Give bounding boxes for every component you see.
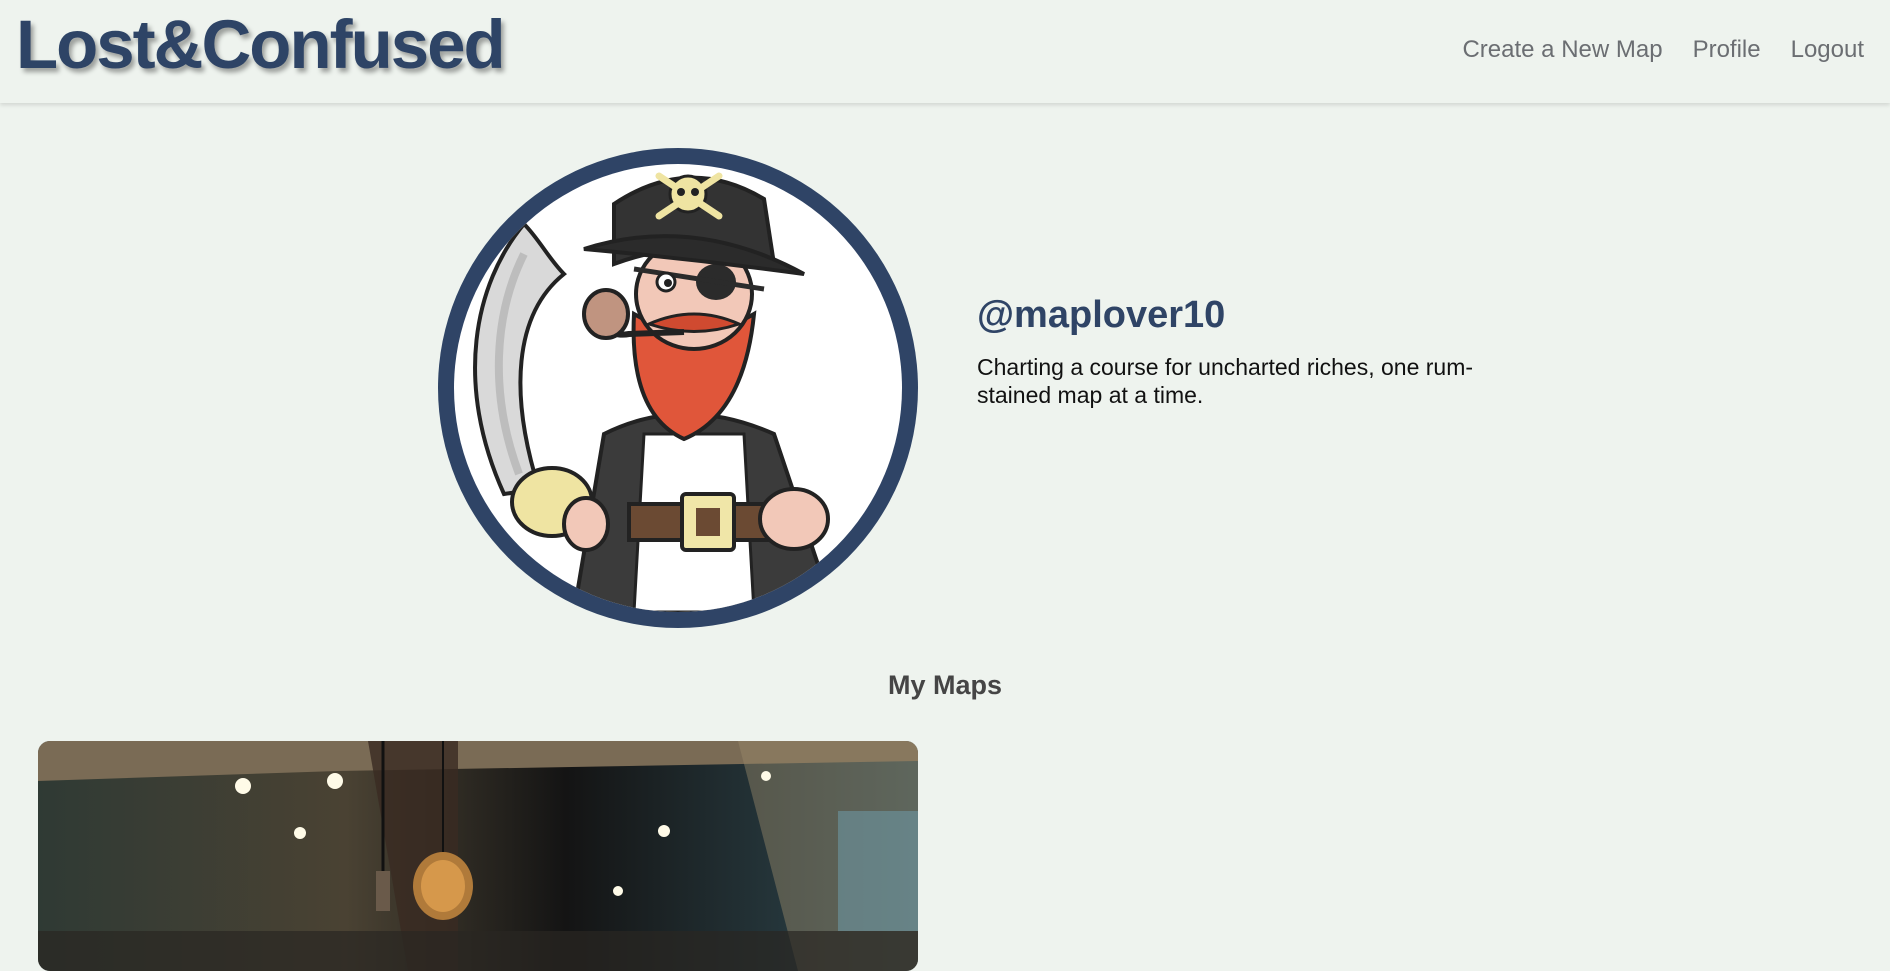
- nav-logout-link[interactable]: Logout: [1791, 36, 1864, 64]
- map-card[interactable]: [38, 741, 918, 971]
- profile-avatar: [438, 148, 918, 628]
- pirate-avatar-icon: [454, 164, 902, 612]
- restaurant-interior-photo: [38, 741, 918, 971]
- profile-bio: Charting a course for uncharted riches, …: [977, 354, 1474, 408]
- brand-logo[interactable]: Lost&Confused: [16, 10, 506, 79]
- nav-profile-link[interactable]: Profile: [1693, 36, 1761, 64]
- nav-create-map-link[interactable]: Create a New Map: [1462, 36, 1662, 64]
- profile-username: @maplover10: [977, 294, 1226, 336]
- nav-links: Create a New Map Profile Logout: [1462, 36, 1864, 64]
- my-maps-heading: My Maps: [887, 670, 1003, 700]
- navbar: Lost&Confused Create a New Map Profile L…: [0, 0, 1890, 103]
